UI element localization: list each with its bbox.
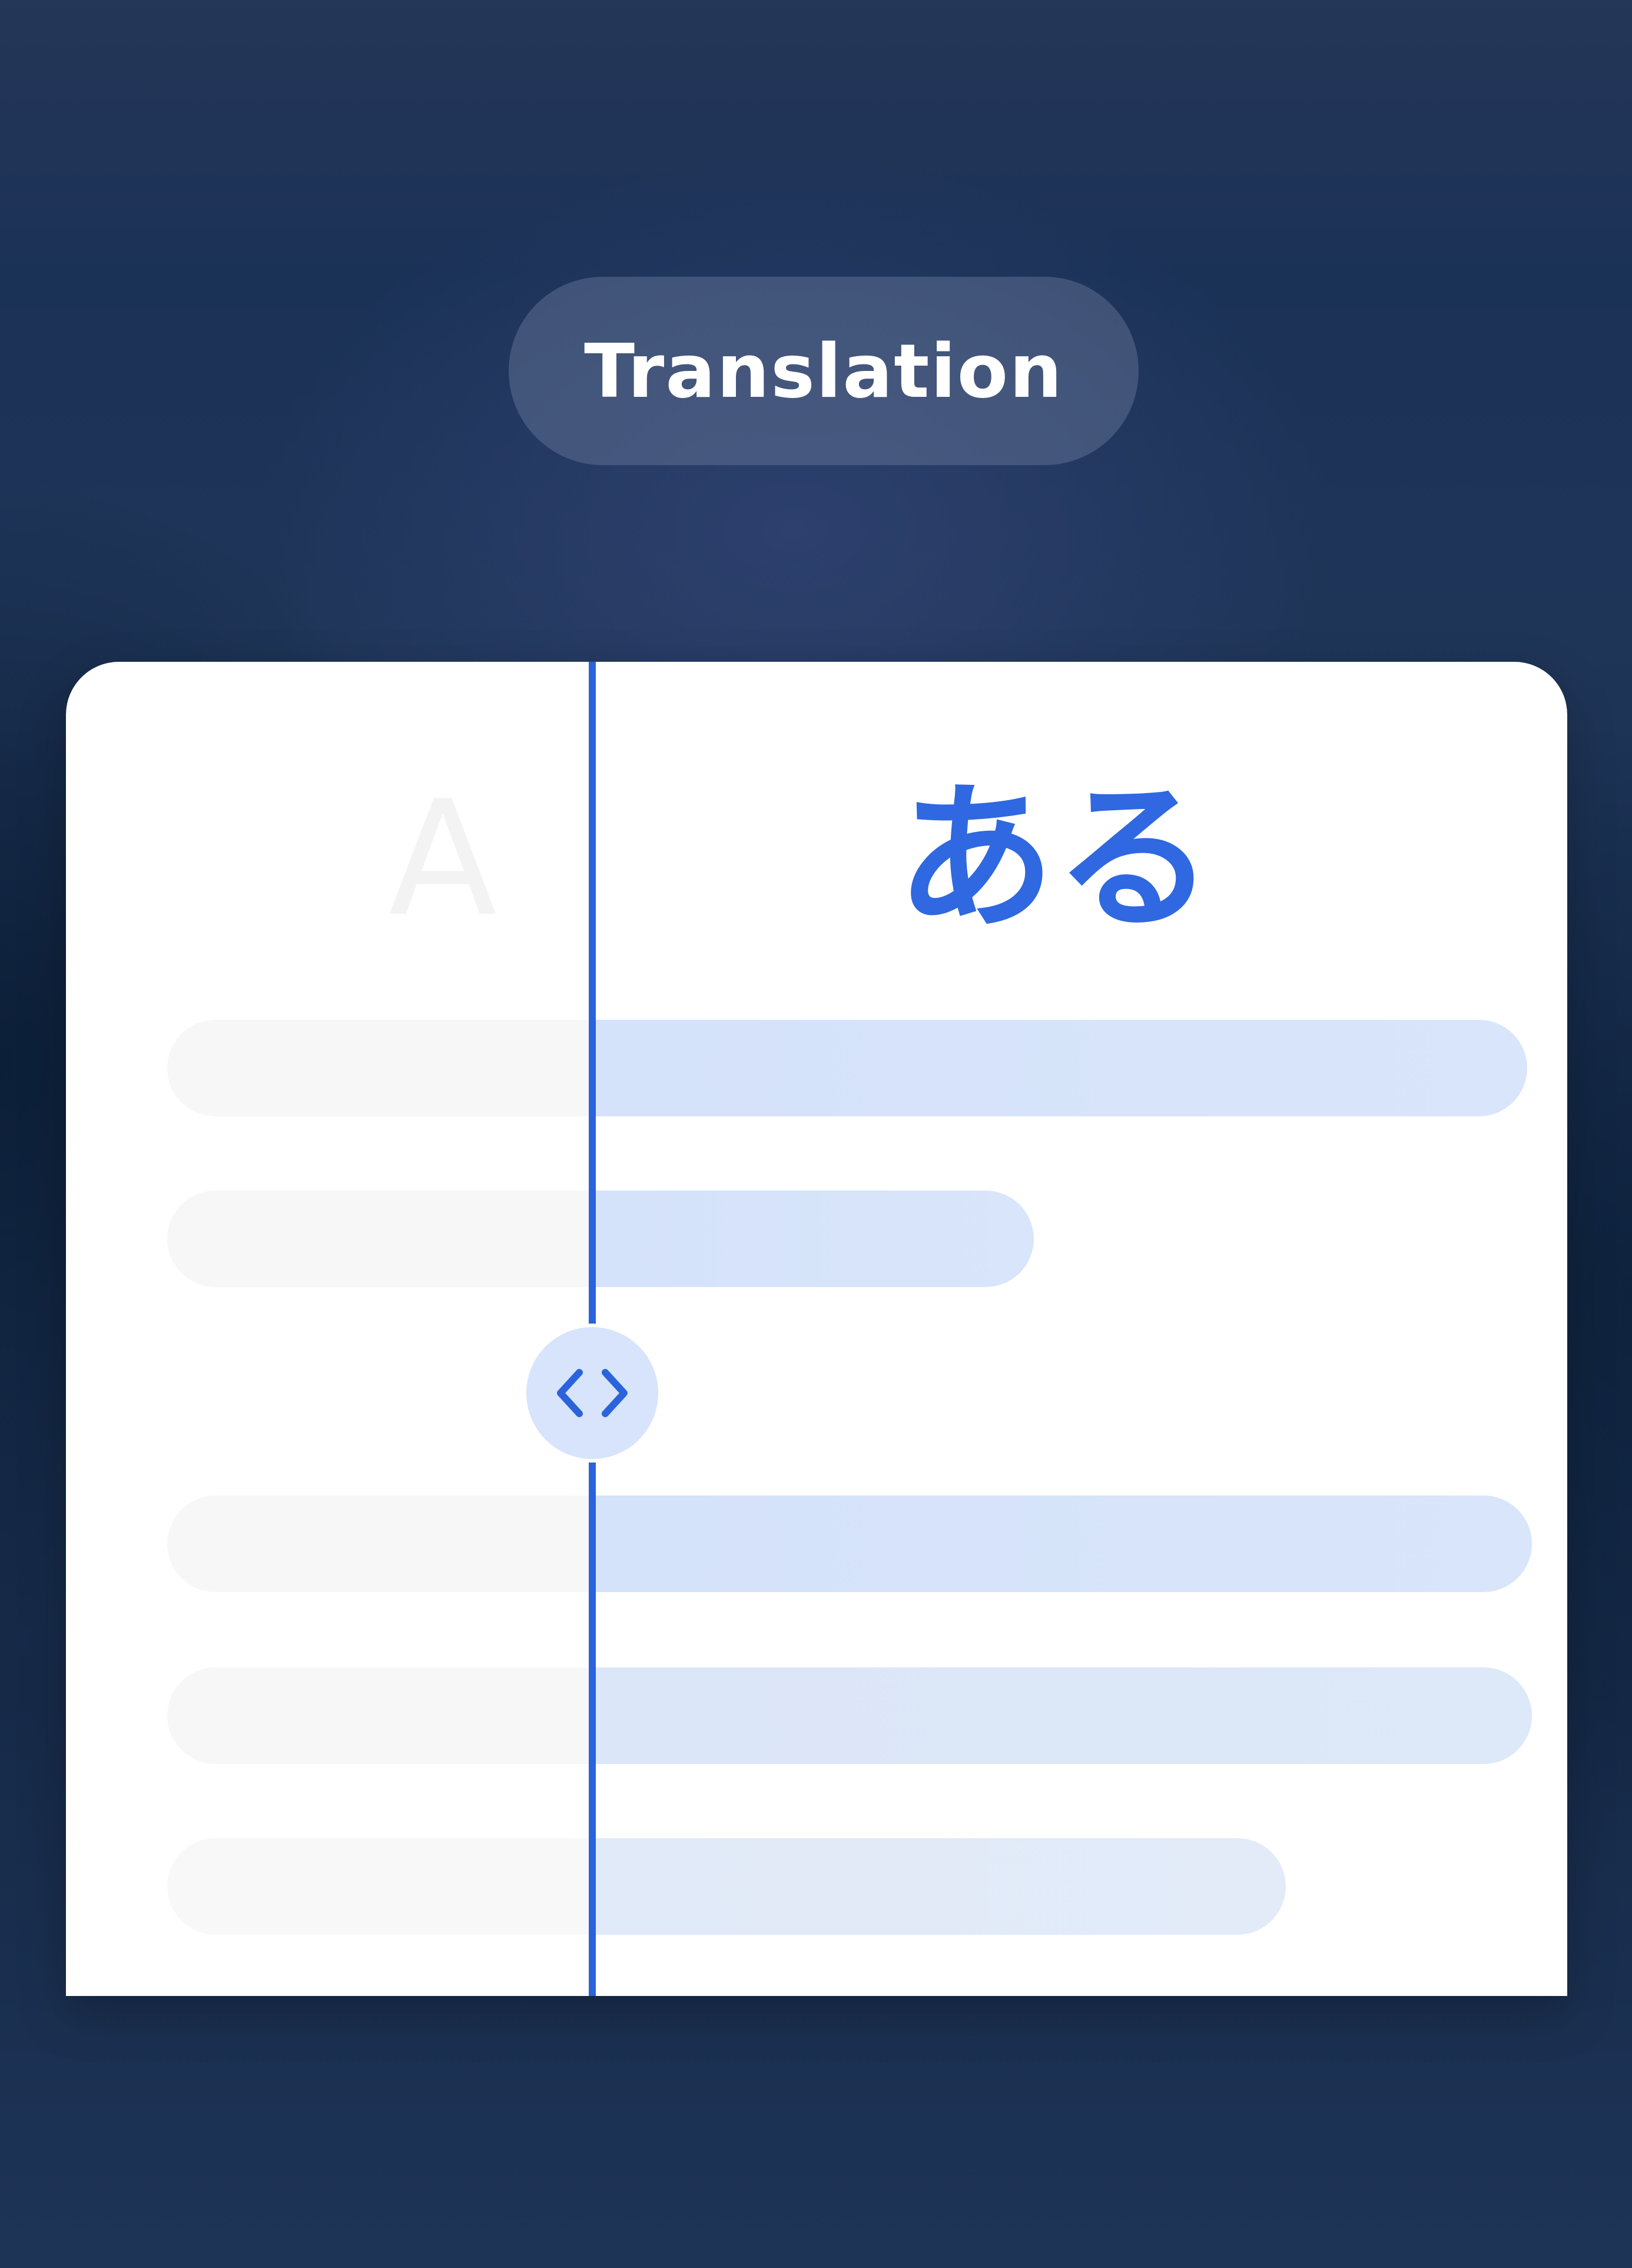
translation-pill[interactable]: Translation [509,277,1139,465]
text-line [167,1020,1527,1116]
translation-comparison-card: A ある [66,662,1567,1996]
target-language-glyph: ある [896,765,1214,951]
text-line [167,1838,1286,1935]
chevron-left-right-icon [551,1367,633,1420]
text-line [167,1496,1532,1592]
pill-label: Translation [584,327,1063,415]
source-language-glyph: A [388,766,497,951]
text-line [167,1191,1034,1287]
text-line [167,1667,1532,1764]
comparison-slider-handle[interactable] [526,1327,658,1459]
